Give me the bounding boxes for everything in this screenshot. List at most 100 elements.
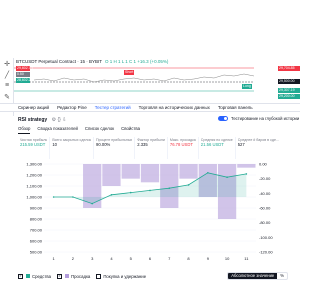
legend-equity[interactable]: Средства [18, 273, 52, 279]
percent-button[interactable]: % [277, 273, 287, 279]
strategy-header: RSI strategy ⚙ {} ⇩ [18, 117, 66, 123]
strategy-tester-panel: RSI strategy ⚙ {} ⇩ Тестирование на глуб… [14, 112, 300, 300]
price-tag-current: 29,500.00 [278, 79, 300, 84]
equity-chart-canvas: 1,300.001,200.001,100.001,000.00900.0080… [26, 162, 273, 262]
metric-net-profit: Чистая прибыль 215.59 USDT [18, 137, 51, 159]
drawdown-bar [121, 164, 140, 179]
x-tick-label: 11 [244, 256, 249, 261]
legend-equity-label: Средства [32, 273, 52, 279]
chart-legend: Средства Просадка Покупка и удержание Аб… [18, 272, 288, 280]
symbol-title[interactable]: BTCUSDT Perpetual Contract · 15 · BYBIT [16, 59, 102, 64]
x-tick-label: 6 [149, 256, 152, 261]
equity-point [91, 202, 93, 205]
strategy-name[interactable]: RSI strategy [18, 117, 47, 123]
x-tick-label: 2 [72, 256, 75, 261]
metric-value: 90.00% [96, 142, 111, 147]
strategy-tools: ⚙ {} ⇩ [52, 117, 67, 123]
drawdown-bar [179, 164, 198, 179]
y-left-tick-label: 900.00 [30, 206, 43, 211]
strategy-subtabs: Обзор Сводка показателей Список сделок С… [18, 126, 140, 134]
price-line [33, 73, 255, 83]
y-right-tick-label: -20.00 [259, 176, 271, 181]
metric-label: Всего закрытых сделок [52, 138, 92, 142]
price-tag-short: 29,704.85 [278, 66, 300, 71]
subtab-overview[interactable]: Обзор [18, 126, 31, 134]
drawdown-bar [140, 164, 160, 183]
export-icon[interactable]: ⇩ [62, 117, 66, 123]
equity-point [72, 196, 74, 198]
drawdown-bar [102, 164, 121, 186]
y-left-tick-label: 800.00 [30, 217, 43, 222]
x-tick-label: 5 [130, 256, 133, 261]
x-tick-label: 9 [207, 256, 210, 261]
legend-buy-hold[interactable]: Покупка и удержание [96, 273, 147, 279]
y-left-tick-label: 500.00 [30, 250, 43, 255]
equity-point [52, 196, 55, 198]
tab-strategy-tester[interactable]: Тестер стратегий [95, 105, 131, 110]
drawdown-checkbox[interactable] [57, 273, 63, 279]
equity-swatch [26, 274, 30, 278]
subtab-trades-list[interactable]: Список сделок [85, 126, 114, 134]
tab-replay-trading[interactable]: Торговля на исторических данных [139, 105, 210, 110]
equity-point [207, 172, 209, 174]
deep-backtest-switch[interactable] [218, 116, 228, 121]
drawdown-bar [237, 164, 256, 168]
price-tag-target: 29,200.00 [278, 94, 300, 99]
metric-value: 76.78 USDT [169, 142, 193, 147]
short-tag: Short [124, 70, 135, 75]
x-tick-label: 1 [53, 256, 56, 261]
equity-point [226, 176, 228, 178]
metrics-row: Чистая прибыль 215.59 USDT Всего закрыты… [18, 137, 281, 159]
price-tag-long: 29,307.19 [278, 88, 300, 93]
legend-drawdown[interactable]: Просадка [57, 273, 91, 279]
y-left-tick-label: 600.00 [30, 239, 43, 244]
legend-drawdown-label: Просадка [71, 273, 91, 279]
buy-hold-checkbox[interactable] [96, 273, 102, 279]
metric-total-trades: Всего закрытых сделок 10 [50, 137, 95, 159]
metric-avg-bars: Среднее # баров в сде... 527 [236, 137, 281, 159]
y-left-tick-label: 1,100.00 [26, 184, 42, 189]
equity-point [245, 173, 248, 175]
tab-pine-editor[interactable]: Редактор Pine [57, 105, 87, 110]
price-scale[interactable]: 29,704.85 29,500.00 29,307.19 29,200.00 [278, 58, 300, 100]
absolute-value-button[interactable]: Абсолютное значение [228, 273, 278, 279]
code-icon[interactable]: {} [57, 117, 60, 123]
metric-percent-profitable: Процент прибыльных 90.00% [94, 137, 136, 159]
metric-profit-factor: Фактор прибыли 2.335 [135, 137, 168, 159]
y-left-tick-label: 1,300.00 [26, 162, 42, 167]
metric-value: 215.59 USDT [20, 142, 46, 147]
legend-buy-hold-label: Покупка и удержание [103, 273, 147, 279]
crosshair-icon[interactable]: ✛ [0, 58, 14, 69]
y-right-tick-label: -80.00 [259, 220, 271, 225]
equity-checkbox[interactable] [18, 273, 23, 279]
y-right-tick-label: -100.00 [259, 235, 273, 240]
y-left-tick-label: 700.00 [30, 228, 43, 233]
equity-point [187, 184, 190, 186]
deep-backtest-toggle[interactable]: Тестирование на глубокой истории [218, 116, 299, 121]
x-tick-label: 7 [168, 256, 171, 261]
tab-trading-panel[interactable]: Торговая панель [218, 105, 253, 110]
price-chart[interactable]: BTCUSDT Perpetual Contract · 15 · BYBIT O… [14, 58, 278, 100]
chart-title: BTCUSDT Perpetual Contract · 15 · BYBIT O… [16, 59, 168, 64]
long-tag: Long [242, 84, 252, 89]
spread-chip: 0.50 [16, 72, 30, 77]
y-left-tick-label: 1,200.00 [26, 173, 42, 178]
equity-chart[interactable]: 1,300.00 1,200.00 1,100.00 1,000.00 900.00 80… [18, 160, 288, 262]
drawdown-bar [160, 164, 179, 208]
drawdown-swatch [65, 274, 70, 278]
metric-avg-trade: Средняя по сделке 21.56 USDT [199, 137, 236, 159]
tab-stock-screener[interactable]: Скринер акций [18, 105, 49, 110]
subtab-properties[interactable]: Свойства [121, 126, 140, 134]
brush-icon[interactable]: ✎ [0, 91, 14, 102]
settings-icon[interactable]: ⚙ [52, 117, 56, 123]
subtab-performance-summary[interactable]: Сводка показателей [37, 126, 77, 134]
deep-backtest-label: Тестирование на глубокой истории [231, 116, 300, 121]
metric-value: 10 [52, 142, 57, 147]
buy-chip[interactable]: 28,602.25 [16, 78, 33, 83]
sell-chip[interactable]: 29,602.75 [16, 66, 33, 71]
fib-icon[interactable]: ≡ [0, 80, 14, 91]
trendline-icon[interactable]: ╱ [0, 69, 14, 80]
metric-value: 21.56 USDT [200, 142, 224, 147]
buy-sell-chips: 29,602.75 0.50 28,602.25 [16, 66, 33, 83]
x-tick-label: 8 [187, 256, 190, 261]
